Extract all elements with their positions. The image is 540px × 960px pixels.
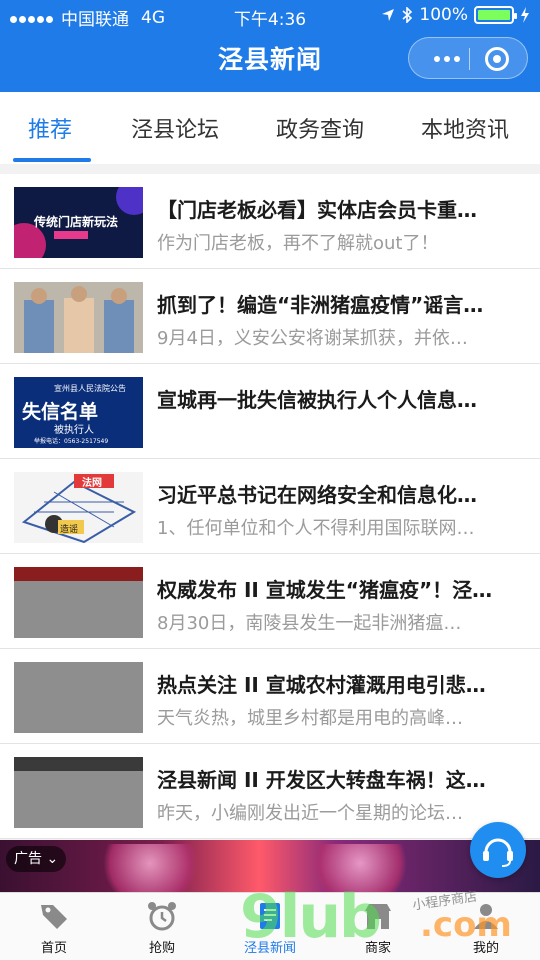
capsule-divider <box>469 48 470 70</box>
status-bar: 中国联通 4G 下午4:36 100% <box>0 0 540 30</box>
thumbnail-caption: 被执行人 <box>54 425 94 436</box>
active-tab-indicator <box>13 158 91 162</box>
news-summary: 作为门店老板，再不了解就out了！ <box>157 233 439 254</box>
news-title: 热点关注 II 宣城农村灌溉用电引悲… <box>157 673 486 697</box>
news-thumbnail <box>14 662 143 733</box>
tabbar-label: 抢购 <box>148 941 175 956</box>
battery-icon <box>474 6 517 24</box>
news-thumbnail: 宣州县人民法院公告 失信名单 被执行人 举报电话：0563-2517549 <box>14 377 143 448</box>
battery-percent: 100% <box>419 5 468 25</box>
watermark-logo: 9lub <box>240 882 382 952</box>
tab-local-news[interactable]: 本地资讯 <box>421 112 509 152</box>
news-title: 抓到了！编造“非洲猪瘟疫情”谣言… <box>157 293 484 317</box>
bluetooth-icon <box>402 7 413 23</box>
news-title: 泾县新闻 II 开发区大转盘车祸！这… <box>157 768 486 792</box>
news-title: 权威发布 II 宣城发生“猪瘟疫”！泾… <box>157 578 493 602</box>
news-thumbnail <box>14 757 143 828</box>
chevron-down-icon: ⌄ <box>46 851 59 867</box>
news-list: 传统门店新玩法 【门店老板必看】实体店会员卡重… 作为门店老板，再不了解就out… <box>0 174 540 839</box>
news-title: 【门店老板必看】实体店会员卡重… <box>157 198 477 222</box>
news-summary: 天气炎热，城里乡村都是用电的高峰… <box>157 708 463 729</box>
news-item[interactable]: 泾县新闻 II 开发区大转盘车祸！这… 昨天，小编刚发出近一个星期的论坛… <box>0 744 540 839</box>
thumbnail-caption: 传统门店新玩法 <box>34 215 119 229</box>
news-item[interactable]: 热点关注 II 宣城农村灌溉用电引悲… 天气炎热，城里乡村都是用电的高峰… <box>0 649 540 744</box>
news-thumbnail <box>14 567 143 638</box>
ad-tag-label: 广告 <box>14 851 42 867</box>
news-summary: 9月4日，义安公安将谢某抓获，并依… <box>157 328 468 349</box>
news-item[interactable]: 传统门店新玩法 【门店老板必看】实体店会员卡重… 作为门店老板，再不了解就out… <box>0 174 540 269</box>
news-item[interactable]: 法网 造谣 习近平总书记在网络安全和信息化… 1、任何单位和个人不得利用国际联网… <box>0 459 540 554</box>
watermark-suffix: .com <box>420 905 512 945</box>
top-bar: 中国联通 4G 下午4:36 100% 泾县新闻 <box>0 0 540 92</box>
ad-tag[interactable]: 广告 ⌄ <box>6 846 67 872</box>
charging-icon <box>521 7 529 23</box>
tag-icon <box>41 905 67 929</box>
tab-forum[interactable]: 泾县论坛 <box>131 112 219 152</box>
customer-service-button[interactable] <box>470 822 526 878</box>
status-right: 100% <box>381 5 530 25</box>
tabbar-label: 首页 <box>40 941 67 956</box>
news-title: 宣城再一批失信被执行人个人信息… <box>157 388 477 412</box>
more-icon[interactable] <box>427 50 467 68</box>
thumbnail-caption: 举报电话：0563-2517549 <box>34 438 109 445</box>
location-icon <box>382 9 395 21</box>
tabbar-flash-sale[interactable]: 抢购 <box>108 899 216 956</box>
news-summary: 1、任何单位和个人不得利用国际联网… <box>157 518 475 539</box>
thumbnail-caption: 法网 <box>82 478 102 489</box>
news-thumbnail: 法网 造谣 <box>14 472 143 543</box>
thumbnail-caption: 失信名单 <box>22 401 99 423</box>
tab-government[interactable]: 政务查询 <box>276 112 364 152</box>
thumbnail-caption: 造谣 <box>60 525 79 535</box>
news-thumbnail <box>14 282 143 353</box>
news-item[interactable]: 权威发布 II 宣城发生“猪瘟疫”！泾… 8月30日，南陵县发生一起非洲猪瘟… <box>0 554 540 649</box>
thumbnail-caption: 宣州县人民法院公告 <box>54 384 126 393</box>
category-tabs: 推荐 泾县论坛 政务查询 本地资讯 <box>0 92 540 164</box>
news-title: 习近平总书记在网络安全和信息化… <box>157 483 477 507</box>
tab-recommend[interactable]: 推荐 <box>28 112 72 152</box>
alarm-clock-icon <box>148 902 176 931</box>
miniprogram-capsule <box>408 37 528 79</box>
headset-icon <box>483 838 513 867</box>
news-item[interactable]: 抓到了！编造“非洲猪瘟疫情”谣言… 9月4日，义安公安将谢某抓获，并依… <box>0 269 540 364</box>
news-item[interactable]: 宣州县人民法院公告 失信名单 被执行人 举报电话：0563-2517549 宣城… <box>0 364 540 459</box>
tabbar-home[interactable]: 首页 <box>0 899 108 956</box>
news-summary: 8月30日，南陵县发生一起非洲猪瘟… <box>157 613 462 634</box>
news-thumbnail: 传统门店新玩法 <box>14 187 143 258</box>
close-miniprogram-icon[interactable] <box>485 47 509 71</box>
